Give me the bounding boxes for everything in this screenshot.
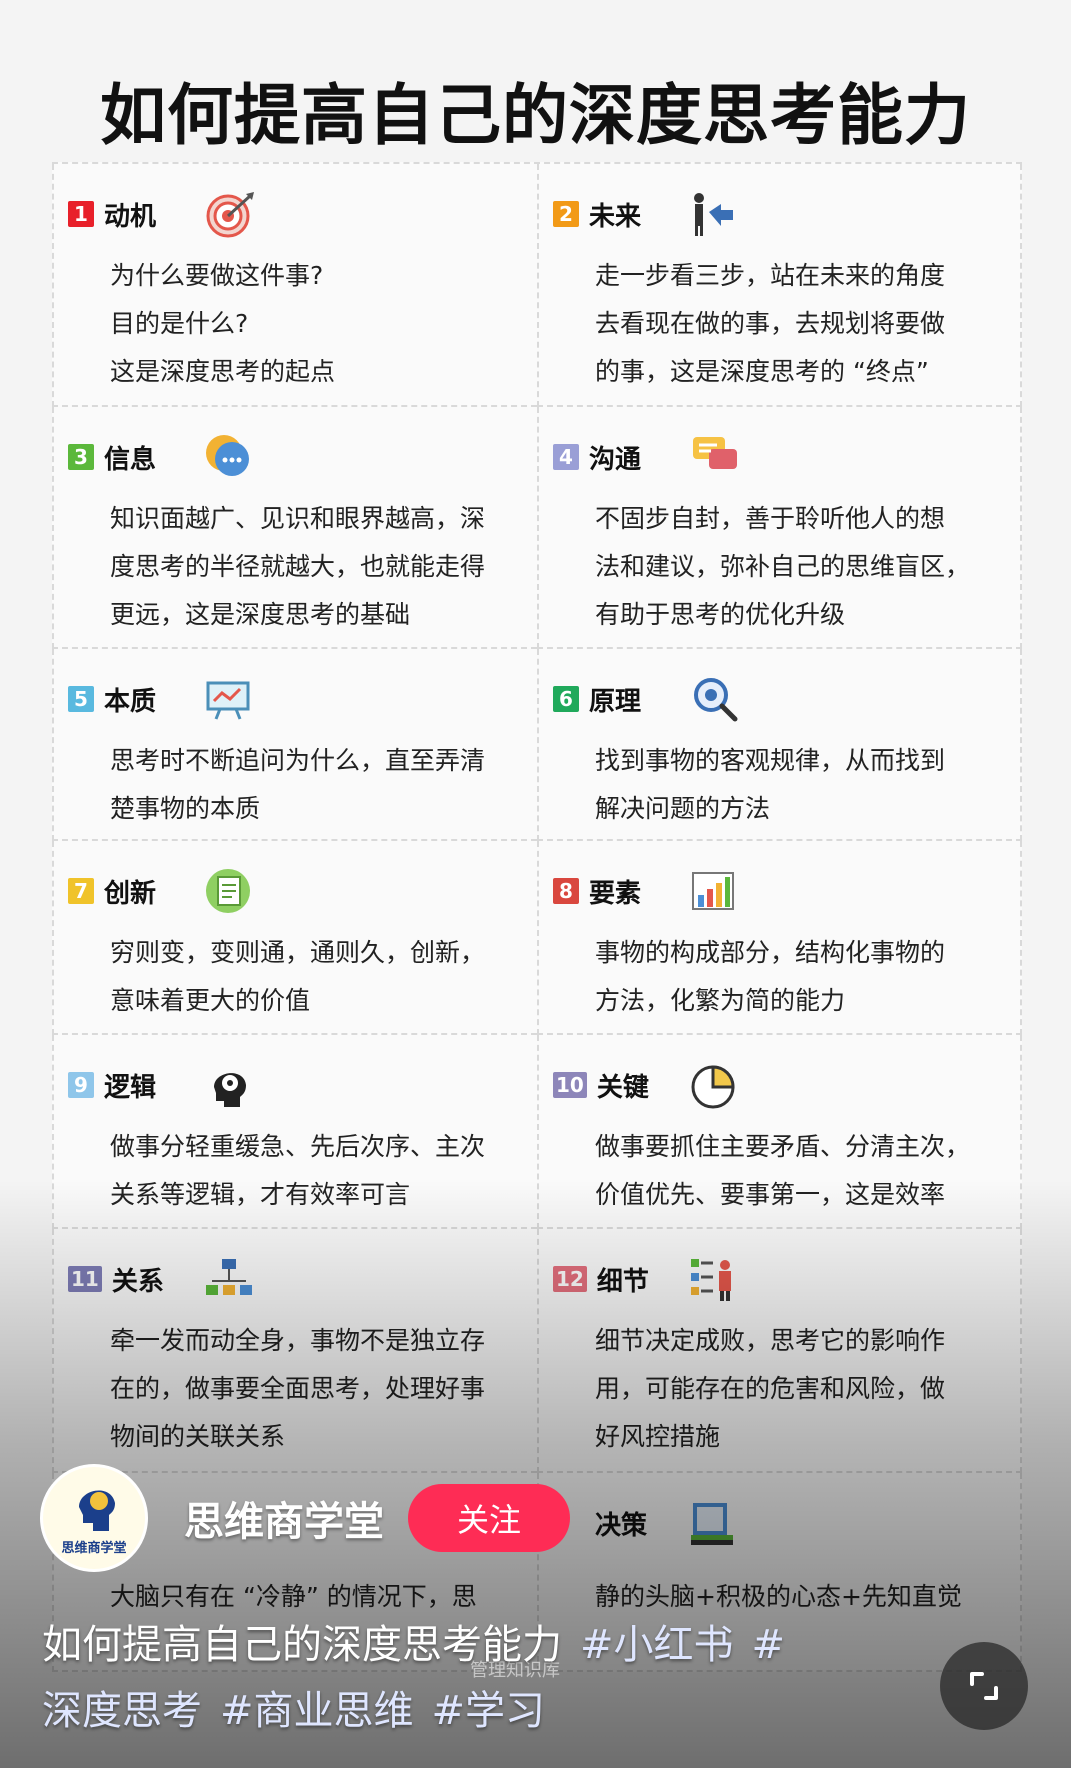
follow-button[interactable]: 关注 <box>408 1484 570 1552</box>
card-line: 楚事物的本质 <box>110 794 261 823</box>
card-relationship: 11 关系 牵一发而动全身，事物不是独立存 在的，做事要全面思考，处理好事 物间的… <box>52 1229 537 1473</box>
author-name[interactable]: 思维商学堂 <box>184 1489 384 1547</box>
card-line: 穷则变，变则通，通则久，创新， <box>110 938 486 967</box>
fullscreen-button[interactable] <box>940 1642 1028 1730</box>
card-line: 为什么要做这件事? <box>110 261 324 290</box>
card-line: 意味着更大的价值 <box>110 986 311 1015</box>
page-title: 如何提高自己的深度思考能力 <box>100 77 971 154</box>
card-line: 做事要抓住主要矛盾、分清主次， <box>595 1132 971 1161</box>
card-innovation: 7 创新 穷则变，变则通，通则久，创新， 意味着更大的价值 <box>52 841 537 1035</box>
card-title: 决策 <box>595 1510 648 1541</box>
card-line: 物间的关联关系 <box>110 1422 286 1451</box>
card-information: 3 信息 知识面越广、见识和眼界越高，深 度思考的半径就越大，也就能走得 更远，这… <box>52 407 537 649</box>
card-title: 细节 <box>596 1266 649 1297</box>
bar-chart-icon <box>692 872 734 910</box>
card-line: 找到事物的客观规律，从而找到 <box>595 746 946 775</box>
card-key: 10 关键 做事要抓住主要矛盾、分清主次， 价值优先、要事第一，这是效率 <box>537 1035 1022 1229</box>
card-title: 要素 <box>589 878 642 909</box>
head-gear-icon <box>214 1073 246 1107</box>
card-principle: 6 原理 找到事物的客观规律，从而找到 解决问题的方法 <box>537 649 1022 841</box>
card-line: 在的，做事要全面思考，处理好事 <box>110 1374 486 1403</box>
card-line: 好风控措施 <box>595 1422 721 1451</box>
hashtag-link[interactable]: # <box>752 1622 786 1668</box>
card-line: 去看现在做的事，去规划将要做 <box>595 309 946 338</box>
conversation-icon <box>693 437 737 469</box>
card-title: 关键 <box>596 1072 649 1103</box>
card-title: 关系 <box>111 1266 164 1297</box>
magnifier-icon <box>694 678 738 722</box>
expand-icon <box>970 1672 998 1700</box>
card-title: 原理 <box>589 686 642 717</box>
card-line: 做事分轻重缓急、先后次序、主次 <box>110 1132 486 1161</box>
books-icon <box>691 1503 733 1545</box>
card-line: 解决问题的方法 <box>595 794 771 823</box>
whiteboard-icon <box>206 681 250 720</box>
card-line: 思考时不断追问为什么，直至弄清 <box>110 746 486 775</box>
caption-text: 如何提高自己的深度思考能力 <box>42 1622 562 1668</box>
card-number: 6 <box>553 686 579 712</box>
card-title: 未来 <box>589 201 642 232</box>
card-line: 关系等逻辑，才有效率可言 <box>110 1180 411 1209</box>
card-line: 知识面越广、见识和眼界越高，深 <box>110 504 486 533</box>
hashtag-link[interactable]: 深度思考 <box>42 1688 202 1734</box>
card-line: 目的是什么? <box>110 309 249 338</box>
pie-chart-icon <box>691 1065 735 1109</box>
author-bar: 思维商学堂 思维商学堂 关注 <box>40 1464 570 1572</box>
org-chart-icon <box>206 1259 252 1295</box>
card-line: 细节决定成败，思考它的影响作 <box>595 1326 946 1355</box>
card-line: 更远，这是深度思考的基础 <box>110 600 411 629</box>
card-title: 创新 <box>104 878 157 909</box>
card-number: 9 <box>68 1072 94 1098</box>
card-details: 12 细节 细节决定成败，思考它的影响作 用，可能存在的危害和风险，做 好风控措施 <box>537 1229 1022 1473</box>
hashtag-link[interactable]: #商业思维 <box>220 1688 414 1734</box>
card-line: 方法，化繁为简的能力 <box>595 986 846 1015</box>
card-line: 走一步看三步，站在未来的角度 <box>595 261 946 290</box>
checklist-icon <box>691 1259 731 1301</box>
card-number: 11 <box>68 1266 102 1292</box>
card-line: 用，可能存在的危害和风险，做 <box>595 1374 946 1403</box>
card-number: 3 <box>68 444 94 470</box>
document-icon <box>206 869 250 913</box>
card-number: 8 <box>553 878 579 904</box>
card-number: 2 <box>553 201 579 227</box>
card-title: 本质 <box>104 686 157 717</box>
avatar-label: 思维商学堂 <box>61 1541 127 1556</box>
card-motivation: 1 动机 为什么要做这件事? 目的是什么? 这是深度思考的起点 <box>52 164 537 407</box>
brain-head-icon <box>79 1490 115 1531</box>
card-number: 1 <box>68 201 94 227</box>
card-future: 2 未来 走一步看三步，站在未来的角度 去看现在做的事，去规划将要做 的事，这是深… <box>537 164 1022 407</box>
hashtag-link[interactable]: #小红书 <box>580 1622 734 1668</box>
card-logic: 9 逻辑 做事分轻重缓急、先后次序、主次 关系等逻辑，才有效率可言 <box>52 1035 537 1229</box>
card-essence: 5 本质 思考时不断追问为什么，直至弄清 楚事物的本质 <box>52 649 537 841</box>
strategy-icon <box>694 193 733 236</box>
card-title: 逻辑 <box>104 1072 157 1103</box>
card-line: 有助于思考的优化升级 <box>595 600 846 629</box>
card-communication: 4 沟通 不固步自封，善于聆听他人的想 法和建议，弥补自己的思维盲区， 有助于思考… <box>537 407 1022 649</box>
avatar[interactable]: 思维商学堂 <box>40 1464 148 1572</box>
card-line: 的事，这是深度思考的 “终点” <box>595 357 929 386</box>
card-line: 牵一发而动全身，事物不是独立存 <box>110 1326 486 1355</box>
target-icon <box>206 192 254 238</box>
card-number: 5 <box>68 686 94 712</box>
card-line: 事物的构成部分，结构化事物的 <box>595 938 946 967</box>
post-caption: 如何提高自己的深度思考能力 #小红书 # 深度思考 #商业思维 #学习 <box>42 1612 902 1744</box>
card-number: 7 <box>68 878 94 904</box>
card-title: 信息 <box>104 444 157 475</box>
card-line: 度思考的半径就越大，也就能走得 <box>110 552 486 581</box>
card-line: 这是深度思考的起点 <box>110 357 336 386</box>
card-number: 4 <box>553 444 579 470</box>
card-number: 12 <box>553 1266 587 1292</box>
card-number: 10 <box>553 1072 587 1098</box>
card-line: 法和建议，弥补自己的思维盲区， <box>595 552 971 581</box>
card-line: 不固步自封，善于聆听他人的想 <box>595 504 946 533</box>
card-line: 价值优先、要事第一，这是效率 <box>595 1180 946 1209</box>
hashtag-link[interactable]: #学习 <box>432 1688 546 1734</box>
chat-bubble-icon <box>206 435 249 476</box>
card-elements: 8 要素 事物的构成部分，结构化事物的 方法，化繁为简的能力 <box>537 841 1022 1035</box>
card-title: 动机 <box>104 201 157 232</box>
card-grid: 1 动机 为什么要做这件事? 目的是什么? 这是深度思考的起点 2 未来 走一步看三… <box>52 162 1022 1672</box>
card-title: 沟通 <box>589 444 642 475</box>
